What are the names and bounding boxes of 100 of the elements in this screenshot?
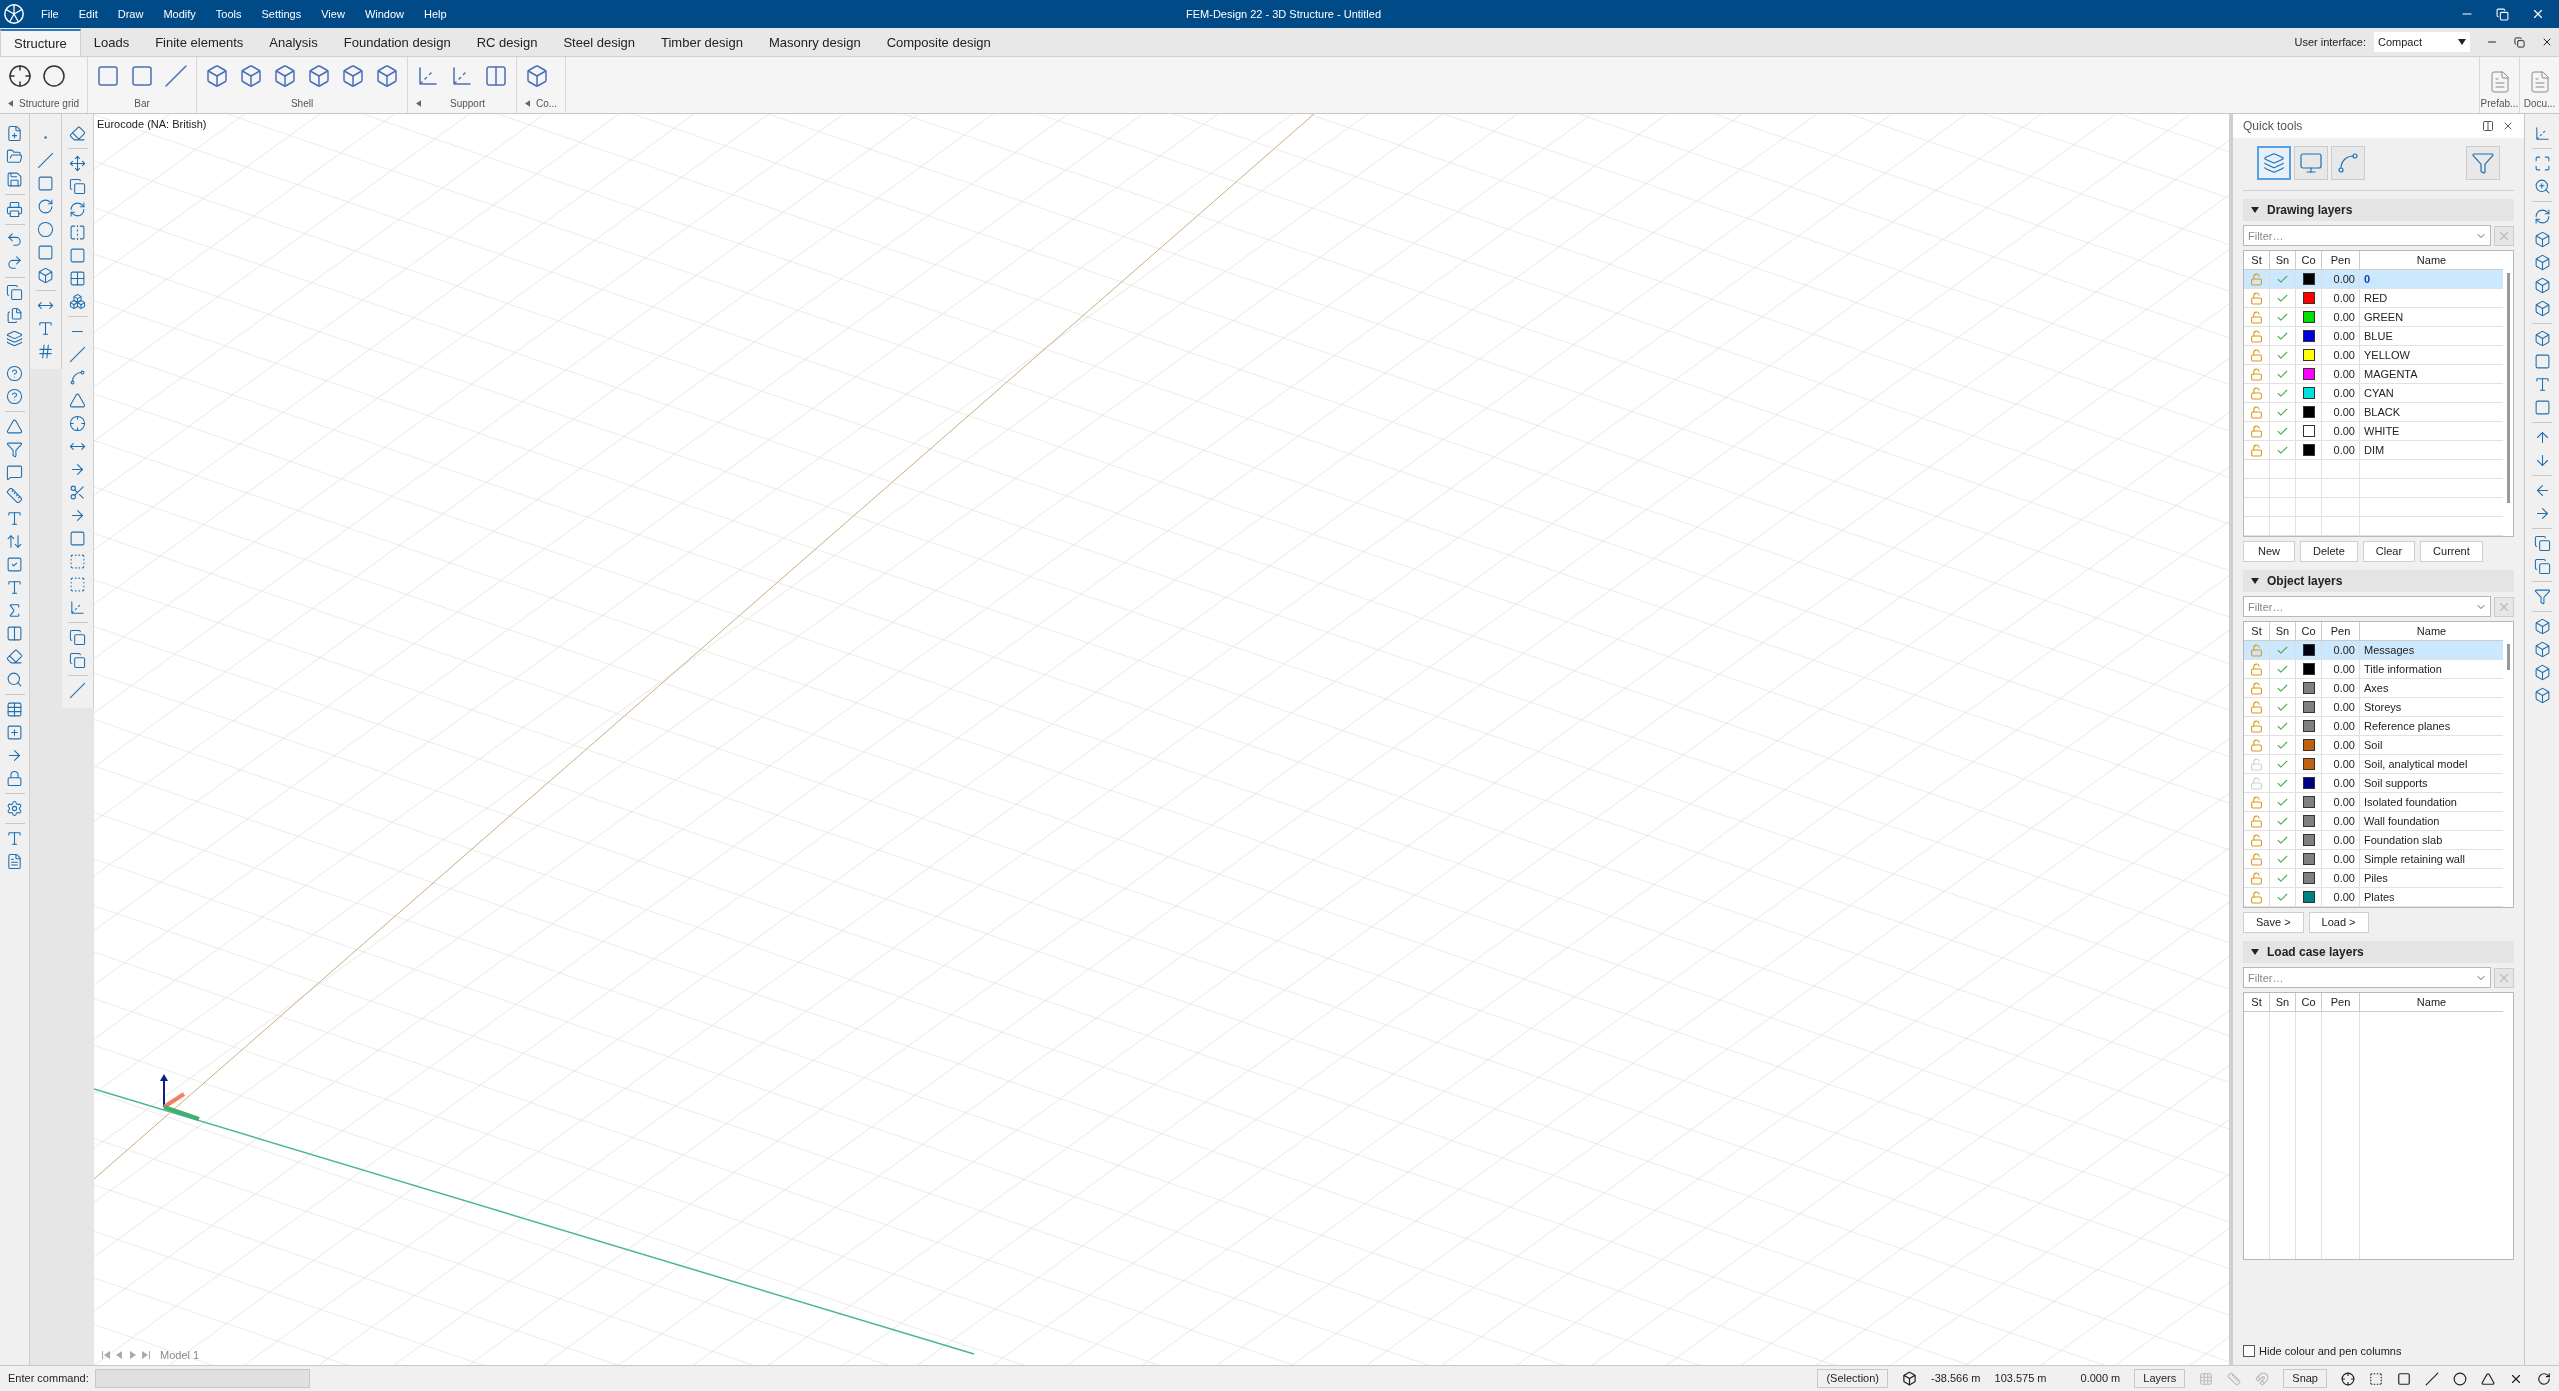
rectangle-icon[interactable] xyxy=(69,530,86,547)
column-header[interactable]: St xyxy=(2244,993,2270,1011)
color-swatch[interactable] xyxy=(2302,815,2315,827)
menu-item[interactable]: Modify xyxy=(163,5,196,23)
table-icon[interactable] xyxy=(6,701,23,718)
triangle-icon[interactable] xyxy=(2481,1371,2495,1386)
lock-icon[interactable] xyxy=(2250,719,2263,733)
selection-status[interactable]: (Selection) xyxy=(1817,1369,1888,1388)
section-header[interactable]: Load case layers xyxy=(2243,941,2514,963)
curve-icon[interactable] xyxy=(2331,146,2365,180)
color-swatch[interactable] xyxy=(2302,444,2315,456)
layer-row[interactable]: 0.00 Wall foundation xyxy=(2244,812,2503,831)
menu-item[interactable]: File xyxy=(41,5,59,23)
printer-icon[interactable] xyxy=(6,201,23,218)
axes-icon[interactable] xyxy=(69,599,86,616)
layers-icon[interactable] xyxy=(2257,146,2291,180)
color-swatch[interactable] xyxy=(2302,425,2315,437)
cube-icon[interactable] xyxy=(1902,1371,1917,1386)
layer-row[interactable]: 0.00 Axes xyxy=(2244,679,2503,698)
column-header[interactable]: St xyxy=(2244,622,2270,640)
ruler-icon[interactable] xyxy=(6,487,23,504)
color-swatch[interactable] xyxy=(2302,739,2315,751)
array-icon[interactable] xyxy=(69,270,86,287)
lock-icon[interactable] xyxy=(2250,852,2263,866)
collapse-triangle-icon[interactable] xyxy=(2251,207,2259,213)
color-swatch[interactable] xyxy=(2302,368,2315,380)
layer-row[interactable]: 0.00 MAGENTA xyxy=(2244,365,2503,384)
menu-item[interactable]: Window xyxy=(364,5,404,23)
move-icon[interactable] xyxy=(69,155,86,172)
rectangle-icon[interactable] xyxy=(37,175,54,192)
ribbon-tab[interactable]: RC design xyxy=(463,29,551,56)
eraser-icon[interactable] xyxy=(6,648,23,665)
curve-icon[interactable] xyxy=(69,369,86,386)
filter-field[interactable]: Filter… xyxy=(2243,967,2491,988)
viewport[interactable]: Eurocode (NA: British) Model 1 xyxy=(94,114,2233,1365)
layer-row[interactable]: 0.00 WHITE xyxy=(2244,422,2503,441)
lock-icon[interactable] xyxy=(2250,814,2263,828)
redo-icon[interactable] xyxy=(6,254,23,271)
layers-icon[interactable] xyxy=(6,330,23,347)
ribbon-tab[interactable]: Steel design xyxy=(550,29,648,56)
app-logo-icon[interactable] xyxy=(3,3,25,25)
square-icon[interactable] xyxy=(2397,1371,2411,1386)
undo-icon[interactable] xyxy=(6,231,23,248)
copy-icon[interactable] xyxy=(69,629,86,646)
layer-row[interactable]: 0.00 Messages xyxy=(2244,641,2503,660)
crosshair-icon[interactable] xyxy=(2341,1371,2355,1386)
help-icon[interactable] xyxy=(6,365,23,382)
lock-icon[interactable] xyxy=(2250,871,2263,885)
color-swatch[interactable] xyxy=(2302,777,2315,789)
copy-icon[interactable] xyxy=(6,284,23,301)
close-icon[interactable] xyxy=(2541,36,2553,48)
column-header[interactable]: Name xyxy=(2360,993,2503,1011)
layer-row[interactable]: 0.00 Plates xyxy=(2244,888,2503,907)
layer-row[interactable]: 0.00 DIM xyxy=(2244,441,2503,460)
menu-item[interactable]: Help xyxy=(424,5,447,23)
panel-button[interactable]: Delete xyxy=(2300,541,2358,562)
layer-row[interactable]: 0.00 Storeys xyxy=(2244,698,2503,717)
ribbon-tab[interactable]: Foundation design xyxy=(330,29,464,56)
ribbon-tab[interactable]: Structure xyxy=(0,29,81,56)
color-swatch[interactable] xyxy=(2302,644,2315,656)
ribbon-button[interactable]: Docu... xyxy=(2519,57,2559,113)
column-header[interactable]: Pen xyxy=(2322,251,2360,269)
column-header[interactable]: Name xyxy=(2360,251,2503,269)
ribbon-tab[interactable]: Timber design xyxy=(648,29,756,56)
column-header[interactable]: Sn xyxy=(2270,251,2296,269)
sheet-navigation-icon[interactable] xyxy=(102,1351,150,1359)
text-icon[interactable] xyxy=(2533,376,2551,393)
add-icon[interactable] xyxy=(6,724,23,741)
document-icon[interactable] xyxy=(6,853,23,870)
layer-row[interactable]: 0.00 BLACK xyxy=(2244,403,2503,422)
ribbon-tab[interactable]: Loads xyxy=(80,29,143,56)
layer-row[interactable]: 0.00 CYAN xyxy=(2244,384,2503,403)
scrollbar-thumb[interactable] xyxy=(2506,273,2510,503)
up-down-arrows-icon[interactable] xyxy=(6,533,23,550)
color-swatch[interactable] xyxy=(2302,701,2315,713)
lock-icon[interactable] xyxy=(2250,681,2263,695)
column-header[interactable]: Co xyxy=(2296,622,2322,640)
column-header[interactable]: Name xyxy=(2360,622,2503,640)
lock-icon[interactable] xyxy=(2250,443,2263,457)
panel-button[interactable]: New xyxy=(2243,541,2295,562)
lock-icon[interactable] xyxy=(2250,424,2263,438)
copy-icon[interactable] xyxy=(2533,558,2551,575)
model-tab[interactable]: Model 1 xyxy=(160,1346,200,1364)
layer-row[interactable]: 0.00 Foundation slab xyxy=(2244,831,2503,850)
lock-icon[interactable] xyxy=(2250,890,2263,904)
section-header[interactable]: Drawing layers xyxy=(2243,199,2514,221)
column-header[interactable]: Co xyxy=(2296,993,2322,1011)
lock-icon[interactable] xyxy=(6,770,23,787)
panel-button[interactable]: Load > xyxy=(2308,912,2369,933)
layer-row[interactable]: 0.00 Piles xyxy=(2244,869,2503,888)
layer-row[interactable]: 0.00 Title information xyxy=(2244,660,2503,679)
column-header[interactable]: St xyxy=(2244,251,2270,269)
layer-row[interactable]: 0.00 Soil, analytical model xyxy=(2244,755,2503,774)
color-swatch[interactable] xyxy=(2302,349,2315,361)
help-icon[interactable] xyxy=(6,388,23,405)
collapse-triangle-icon[interactable] xyxy=(2251,578,2259,584)
ribbon-tab[interactable]: Masonry design xyxy=(755,29,874,56)
collapse-triangle-icon[interactable] xyxy=(2251,949,2259,955)
dashed-square-icon[interactable] xyxy=(69,576,86,593)
restore-icon[interactable] xyxy=(2496,7,2509,21)
